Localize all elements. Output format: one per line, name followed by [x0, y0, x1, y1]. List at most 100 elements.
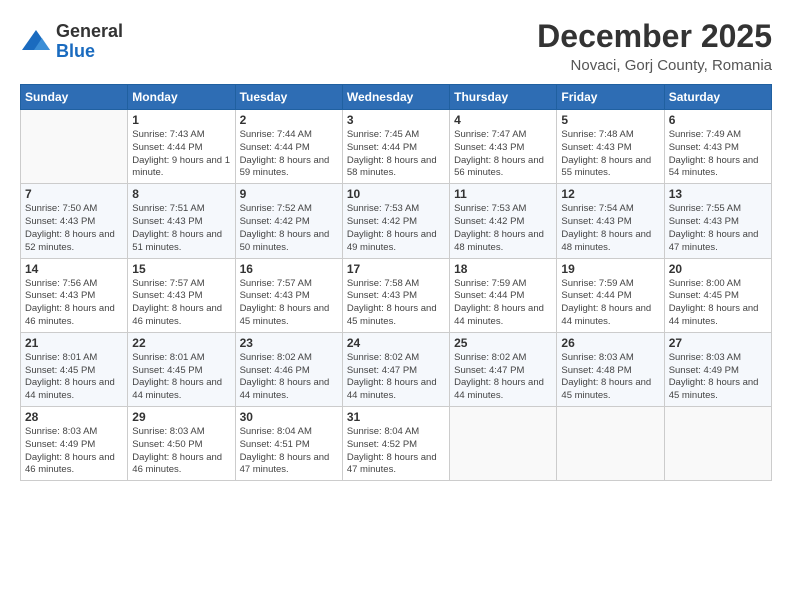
day-info: Sunrise: 8:01 AMSunset: 4:45 PMDaylight:… [25, 352, 123, 403]
calendar-table: Sunday Monday Tuesday Wednesday Thursday… [20, 84, 772, 481]
day-info: Sunrise: 8:00 AMSunset: 4:45 PMDaylight:… [669, 278, 767, 329]
table-row: 17 Sunrise: 7:58 AMSunset: 4:43 PMDayligh… [342, 258, 449, 332]
table-row: 25 Sunrise: 8:02 AMSunset: 4:47 PMDayligh… [450, 332, 557, 406]
day-number: 30 [240, 410, 338, 424]
day-number: 19 [561, 262, 659, 276]
calendar-week-row: 21Sunrise: 8:01 AMSunset: 4:45 PMDayligh… [21, 332, 772, 406]
day-info: Sunrise: 8:02 AMSunset: 4:47 PMDaylight:… [454, 352, 552, 403]
table-row [664, 407, 771, 481]
logo: General Blue [20, 22, 123, 62]
day-number: 15 [132, 262, 230, 276]
day-number: 2 [240, 113, 338, 127]
table-row: 5 Sunrise: 7:48 AMSunset: 4:43 PMDaylight… [557, 110, 664, 184]
table-row: 7 Sunrise: 7:50 AMSunset: 4:43 PMDaylight… [21, 184, 128, 258]
day-number: 28 [25, 410, 123, 424]
calendar-week-row: 28Sunrise: 8:03 AMSunset: 4:49 PMDayligh… [21, 407, 772, 481]
day-info: Sunrise: 8:02 AMSunset: 4:47 PMDaylight:… [347, 352, 445, 403]
day-info: Sunrise: 7:59 AMSunset: 4:44 PMDaylight:… [561, 278, 659, 329]
day-number: 4 [454, 113, 552, 127]
table-row [21, 110, 128, 184]
day-number: 14 [25, 262, 123, 276]
day-info: Sunrise: 7:51 AMSunset: 4:43 PMDaylight:… [132, 203, 230, 254]
table-row: 29 Sunrise: 8:03 AMSunset: 4:50 PMDayligh… [128, 407, 235, 481]
table-row: 9Sunrise: 7:52 AMSunset: 4:42 PMDaylight… [235, 184, 342, 258]
day-info: Sunrise: 8:04 AMSunset: 4:51 PMDaylight:… [240, 426, 338, 477]
table-row [450, 407, 557, 481]
day-number: 6 [669, 113, 767, 127]
day-number: 8 [132, 187, 230, 201]
table-row: 21Sunrise: 8:01 AMSunset: 4:45 PMDayligh… [21, 332, 128, 406]
day-info: Sunrise: 7:53 AMSunset: 4:42 PMDaylight:… [347, 203, 445, 254]
calendar-week-row: 14Sunrise: 7:56 AMSunset: 4:43 PMDayligh… [21, 258, 772, 332]
day-info: Sunrise: 8:03 AMSunset: 4:48 PMDaylight:… [561, 352, 659, 403]
day-info: Sunrise: 7:59 AMSunset: 4:44 PMDaylight:… [454, 278, 552, 329]
day-number: 1 [132, 113, 230, 127]
day-number: 18 [454, 262, 552, 276]
calendar-header-row: Sunday Monday Tuesday Wednesday Thursday… [21, 85, 772, 110]
table-row: 28Sunrise: 8:03 AMSunset: 4:49 PMDayligh… [21, 407, 128, 481]
header: General Blue December 2025 Novaci, Gorj … [20, 18, 772, 74]
day-info: Sunrise: 7:49 AMSunset: 4:43 PMDaylight:… [669, 129, 767, 180]
table-row: 2 Sunrise: 7:44 AMSunset: 4:44 PMDaylight… [235, 110, 342, 184]
logo-general-text: General [56, 21, 123, 41]
day-number: 10 [347, 187, 445, 201]
col-friday: Friday [557, 85, 664, 110]
day-info: Sunrise: 8:03 AMSunset: 4:50 PMDaylight:… [132, 426, 230, 477]
day-info: Sunrise: 7:54 AMSunset: 4:43 PMDaylight:… [561, 203, 659, 254]
day-number: 26 [561, 336, 659, 350]
table-row: 4 Sunrise: 7:47 AMSunset: 4:43 PMDaylight… [450, 110, 557, 184]
day-number: 12 [561, 187, 659, 201]
table-row: 18 Sunrise: 7:59 AMSunset: 4:44 PMDayligh… [450, 258, 557, 332]
table-row: 26 Sunrise: 8:03 AMSunset: 4:48 PMDayligh… [557, 332, 664, 406]
table-row: 22Sunrise: 8:01 AMSunset: 4:45 PMDayligh… [128, 332, 235, 406]
table-row: 27 Sunrise: 8:03 AMSunset: 4:49 PMDayligh… [664, 332, 771, 406]
table-row: 6 Sunrise: 7:49 AMSunset: 4:43 PMDaylight… [664, 110, 771, 184]
day-info: Sunrise: 7:48 AMSunset: 4:43 PMDaylight:… [561, 129, 659, 180]
table-row: 3 Sunrise: 7:45 AMSunset: 4:44 PMDaylight… [342, 110, 449, 184]
calendar-week-row: 1Sunrise: 7:43 AMSunset: 4:44 PMDaylight… [21, 110, 772, 184]
day-number: 23 [240, 336, 338, 350]
table-row [557, 407, 664, 481]
col-tuesday: Tuesday [235, 85, 342, 110]
col-monday: Monday [128, 85, 235, 110]
day-number: 5 [561, 113, 659, 127]
day-info: Sunrise: 7:55 AMSunset: 4:43 PMDaylight:… [669, 203, 767, 254]
col-saturday: Saturday [664, 85, 771, 110]
day-number: 13 [669, 187, 767, 201]
day-number: 25 [454, 336, 552, 350]
table-row: 24 Sunrise: 8:02 AMSunset: 4:47 PMDayligh… [342, 332, 449, 406]
table-row: 19 Sunrise: 7:59 AMSunset: 4:44 PMDayligh… [557, 258, 664, 332]
table-row: 16 Sunrise: 7:57 AMSunset: 4:43 PMDayligh… [235, 258, 342, 332]
day-number: 29 [132, 410, 230, 424]
table-row: 31 Sunrise: 8:04 AMSunset: 4:52 PMDayligh… [342, 407, 449, 481]
day-info: Sunrise: 7:45 AMSunset: 4:44 PMDaylight:… [347, 129, 445, 180]
day-number: 7 [25, 187, 123, 201]
table-row: 30 Sunrise: 8:04 AMSunset: 4:51 PMDayligh… [235, 407, 342, 481]
day-number: 31 [347, 410, 445, 424]
day-number: 27 [669, 336, 767, 350]
table-row: 1Sunrise: 7:43 AMSunset: 4:44 PMDaylight… [128, 110, 235, 184]
day-info: Sunrise: 8:02 AMSunset: 4:46 PMDaylight:… [240, 352, 338, 403]
day-info: Sunrise: 7:57 AMSunset: 4:43 PMDaylight:… [240, 278, 338, 329]
day-number: 24 [347, 336, 445, 350]
col-wednesday: Wednesday [342, 85, 449, 110]
table-row: 13 Sunrise: 7:55 AMSunset: 4:43 PMDayligh… [664, 184, 771, 258]
logo-blue-text: Blue [56, 41, 95, 61]
day-info: Sunrise: 8:04 AMSunset: 4:52 PMDaylight:… [347, 426, 445, 477]
day-info: Sunrise: 7:58 AMSunset: 4:43 PMDaylight:… [347, 278, 445, 329]
table-row: 14Sunrise: 7:56 AMSunset: 4:43 PMDayligh… [21, 258, 128, 332]
day-info: Sunrise: 7:47 AMSunset: 4:43 PMDaylight:… [454, 129, 552, 180]
day-info: Sunrise: 7:44 AMSunset: 4:44 PMDaylight:… [240, 129, 338, 180]
day-number: 20 [669, 262, 767, 276]
day-info: Sunrise: 7:53 AMSunset: 4:42 PMDaylight:… [454, 203, 552, 254]
day-number: 3 [347, 113, 445, 127]
day-info: Sunrise: 8:01 AMSunset: 4:45 PMDaylight:… [132, 352, 230, 403]
table-row: 23 Sunrise: 8:02 AMSunset: 4:46 PMDayligh… [235, 332, 342, 406]
table-row: 20 Sunrise: 8:00 AMSunset: 4:45 PMDayligh… [664, 258, 771, 332]
day-info: Sunrise: 7:52 AMSunset: 4:42 PMDaylight:… [240, 203, 338, 254]
day-info: Sunrise: 8:03 AMSunset: 4:49 PMDaylight:… [669, 352, 767, 403]
table-row: 12 Sunrise: 7:54 AMSunset: 4:43 PMDayligh… [557, 184, 664, 258]
day-number: 17 [347, 262, 445, 276]
day-number: 16 [240, 262, 338, 276]
day-info: Sunrise: 7:50 AMSunset: 4:43 PMDaylight:… [25, 203, 123, 254]
